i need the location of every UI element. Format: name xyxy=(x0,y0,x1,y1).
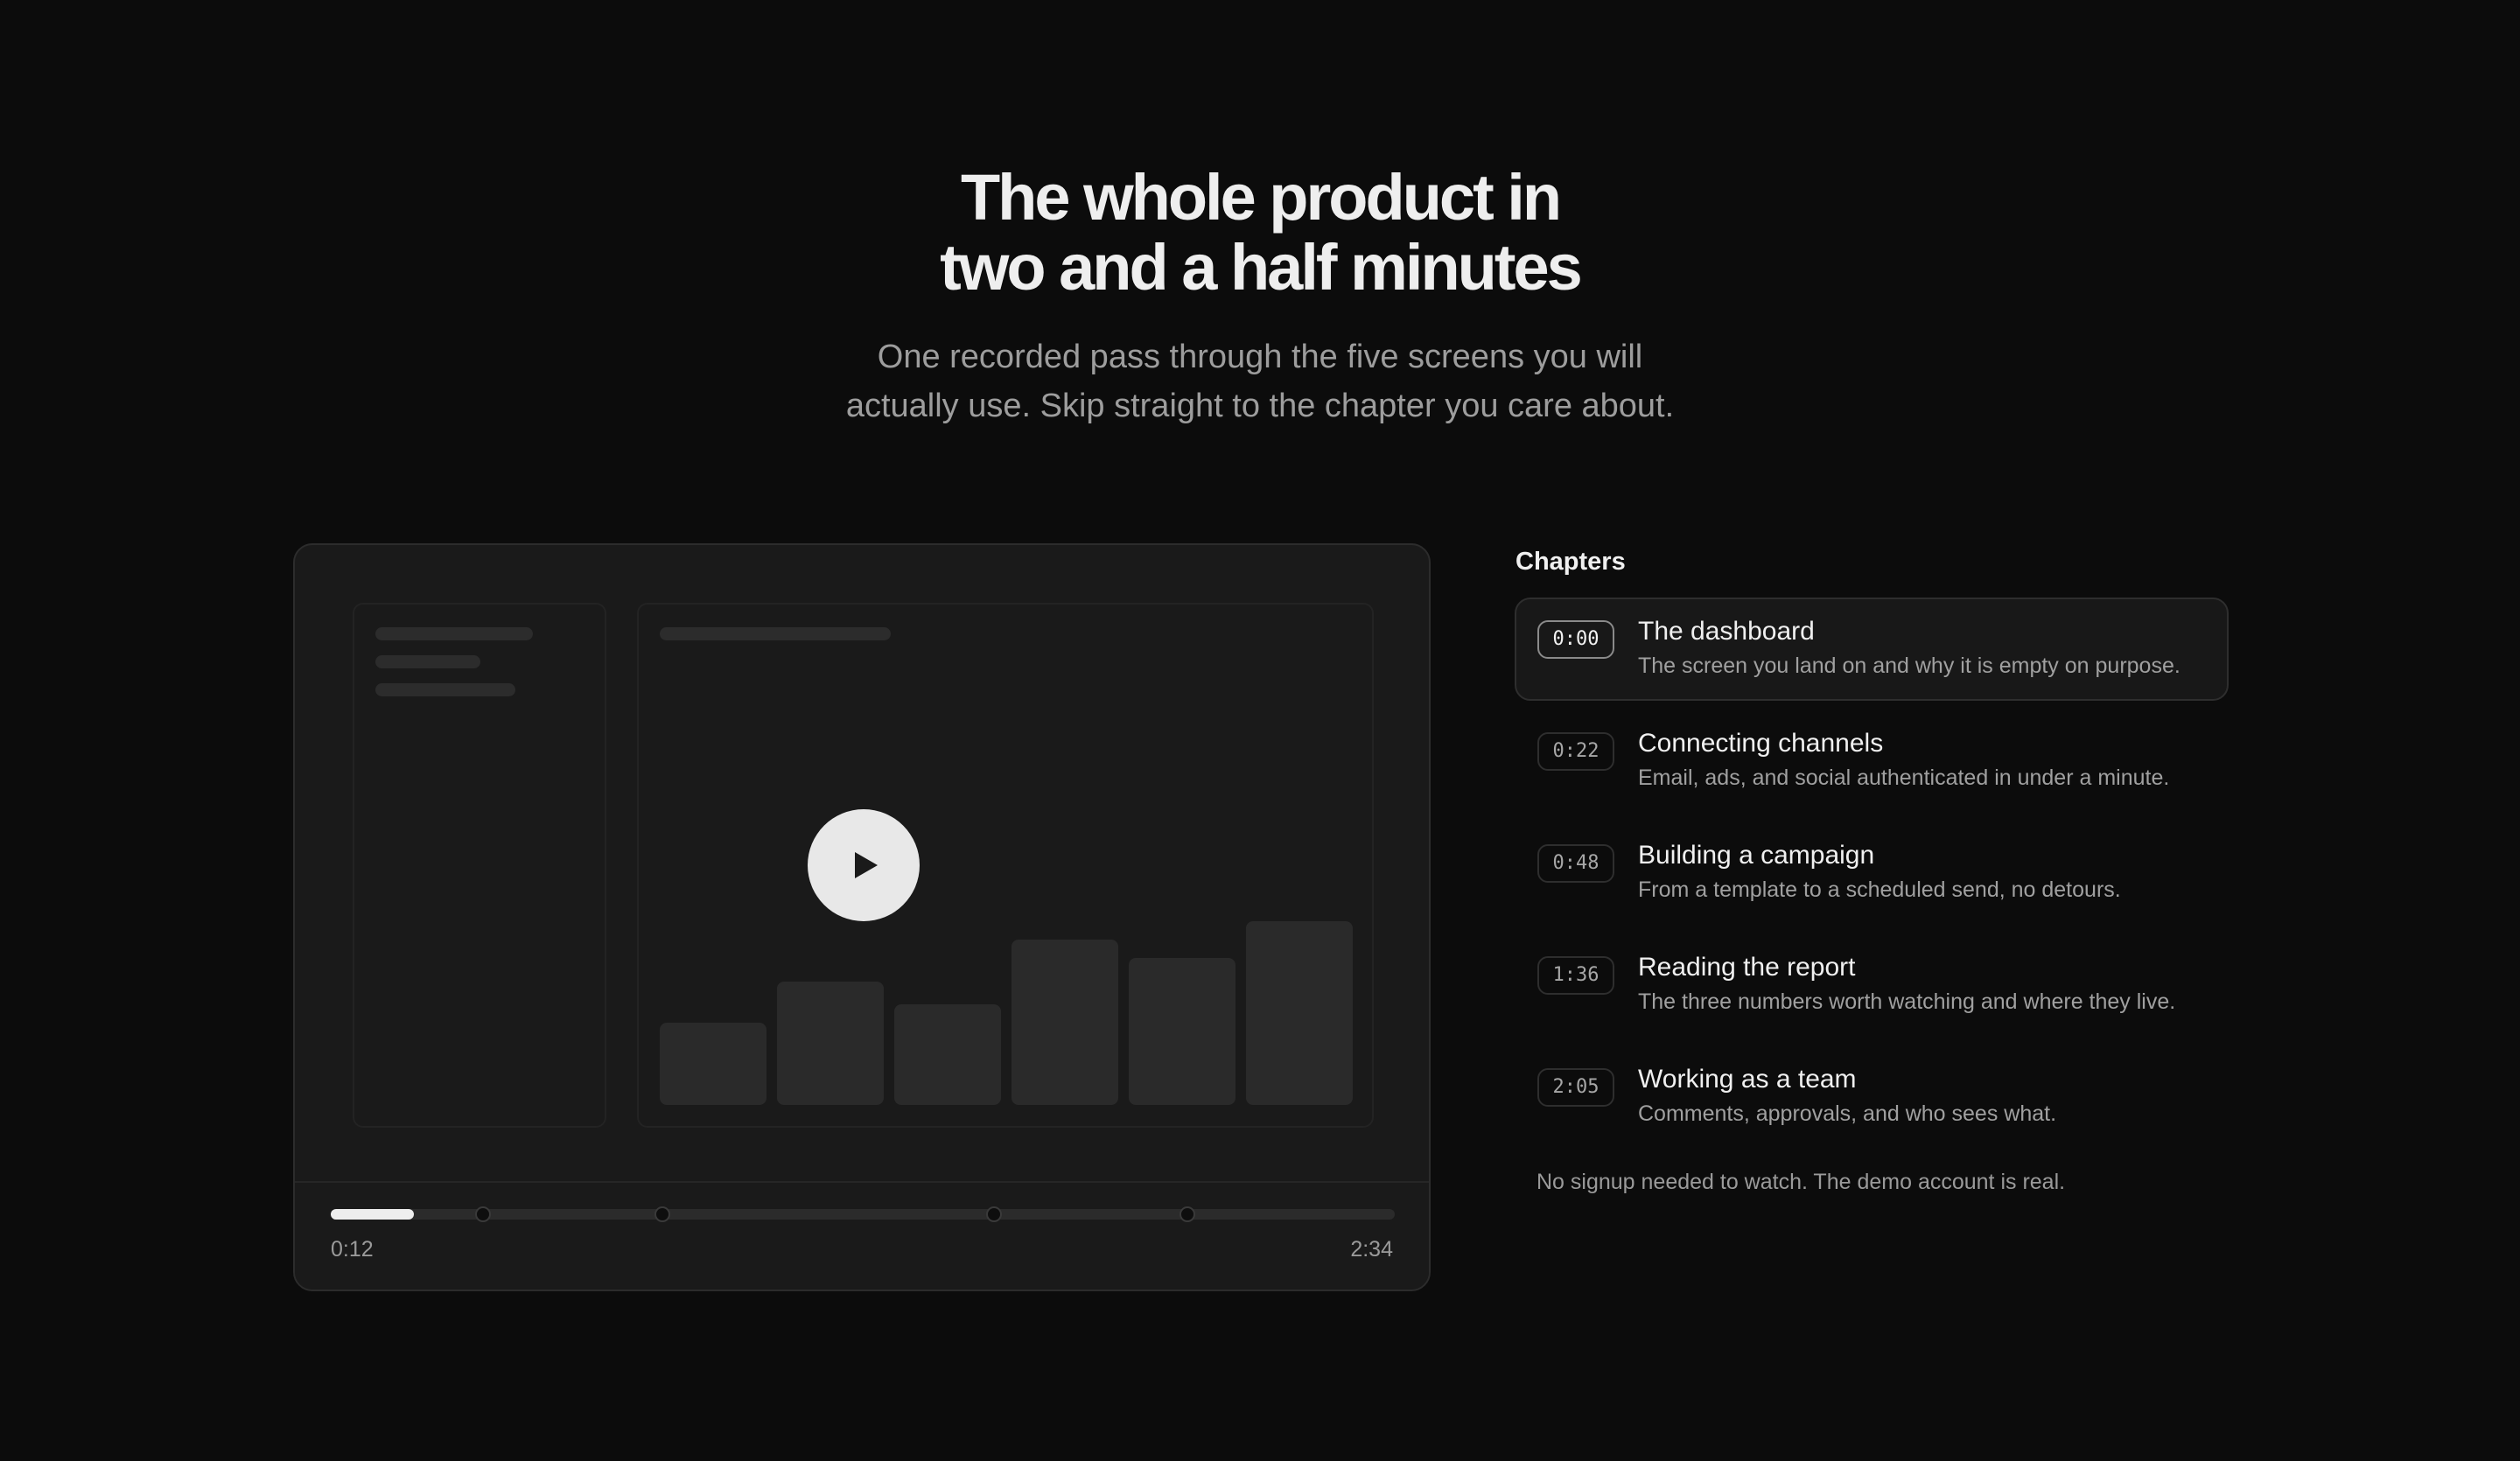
skeleton-line xyxy=(660,627,891,640)
chapter-marker[interactable] xyxy=(1179,1206,1195,1222)
chapter-timestamp: 0:00 xyxy=(1537,620,1614,659)
mock-sidebar xyxy=(353,603,606,1128)
chapters-heading: Chapters xyxy=(1516,548,1626,576)
progress-track[interactable] xyxy=(331,1206,1395,1222)
mock-bar xyxy=(1012,940,1118,1105)
mock-bar xyxy=(1246,921,1353,1105)
progress-fill xyxy=(331,1209,414,1220)
current-time: 0:12 xyxy=(331,1237,374,1262)
mock-bar xyxy=(894,1003,1001,1105)
chapter-title: Reading the report xyxy=(1638,953,1856,982)
chapter-marker[interactable] xyxy=(474,1206,491,1222)
chapter-marker[interactable] xyxy=(654,1206,671,1222)
chapter-title: The dashboard xyxy=(1638,617,1815,646)
page: The whole product in two and a half minu… xyxy=(0,0,2520,1461)
skeleton-line xyxy=(375,655,480,668)
chapter-description: Comments, approvals, and who sees what. xyxy=(1638,1101,2057,1126)
chapter-title: Connecting channels xyxy=(1638,729,1884,758)
skeleton-line xyxy=(375,627,533,640)
chapter-item[interactable]: 0:00 The dashboard The screen you land o… xyxy=(1515,598,2229,701)
play-icon xyxy=(855,852,878,878)
page-subtitle: One recorded pass through the five scree… xyxy=(822,332,1698,430)
chapter-item[interactable]: 0:22 Connecting channels Email, ads, and… xyxy=(1515,710,2229,813)
player-controls: 0:12 2:34 xyxy=(295,1181,1429,1290)
subtitle-line-2: actually use. Skip straight to the chapt… xyxy=(845,388,1675,424)
page-title: The whole product in two and a half minu… xyxy=(0,163,2520,303)
duration: 2:34 xyxy=(1350,1237,1393,1262)
title-line-2: two and a half minutes xyxy=(940,231,1583,304)
mock-bar xyxy=(1129,958,1236,1105)
chapter-timestamp: 0:22 xyxy=(1537,732,1614,771)
title-line-1: The whole product in xyxy=(960,161,1562,234)
chapter-item[interactable]: 0:48 Building a campaign From a template… xyxy=(1515,821,2229,925)
chapter-title: Working as a team xyxy=(1638,1065,1857,1094)
chapter-timestamp: 0:48 xyxy=(1537,844,1614,883)
chapter-item[interactable]: 2:05 Working as a team Comments, approva… xyxy=(1515,1045,2229,1149)
chapter-description: From a template to a scheduled send, no … xyxy=(1638,877,2121,902)
hero-section: The whole product in two and a half minu… xyxy=(0,163,2520,430)
chapter-description: The three numbers worth watching and whe… xyxy=(1638,989,2176,1014)
play-button[interactable] xyxy=(808,809,920,921)
chapter-list: 0:00 The dashboard The screen you land o… xyxy=(1515,598,2229,1149)
mock-main-panel xyxy=(637,603,1374,1128)
chapter-timestamp: 2:05 xyxy=(1537,1068,1614,1107)
chapter-description: The screen you land on and why it is emp… xyxy=(1638,654,2180,678)
mock-bar xyxy=(777,982,884,1105)
mock-bar xyxy=(660,1022,766,1105)
mock-bar-chart xyxy=(660,877,1353,1105)
skeleton-line xyxy=(375,683,515,696)
video-player[interactable]: 0:12 2:34 xyxy=(293,543,1431,1291)
chapter-description: Email, ads, and social authenticated in … xyxy=(1638,765,2170,790)
subtitle-line-1: One recorded pass through the five scree… xyxy=(877,339,1643,375)
chapters-panel: Chapters 0:00 The dashboard The screen y… xyxy=(1515,543,2229,1195)
chapter-item[interactable]: 1:36 Reading the report The three number… xyxy=(1515,933,2229,1037)
chapter-title: Building a campaign xyxy=(1638,841,1875,870)
watch-note: No signup needed to watch. The demo acco… xyxy=(1536,1170,2066,1194)
chapter-marker[interactable] xyxy=(985,1206,1002,1222)
chapter-timestamp: 1:36 xyxy=(1537,956,1614,995)
